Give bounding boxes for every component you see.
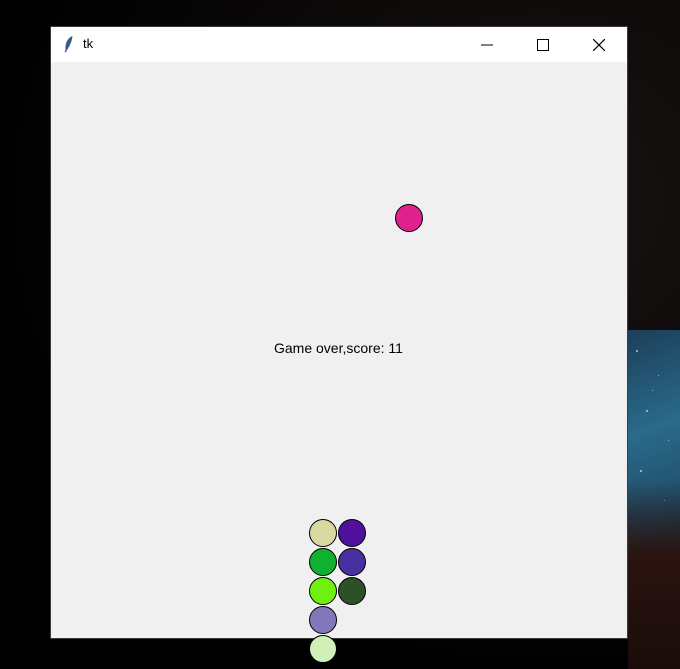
stacked-ball [338, 548, 366, 576]
stacked-ball [309, 548, 337, 576]
title-bar[interactable]: tk [51, 27, 627, 62]
stacked-ball [338, 519, 366, 547]
stacked-ball [309, 635, 337, 663]
game-over-message: Game over,score: 11 [274, 340, 403, 356]
minimize-button[interactable] [459, 27, 515, 62]
maximize-button[interactable] [515, 27, 571, 62]
close-icon [593, 38, 605, 51]
game-canvas[interactable]: Game over,score: 11 [51, 62, 627, 663]
maximize-icon [537, 38, 549, 51]
stacked-ball [309, 577, 337, 605]
minimize-icon [481, 44, 493, 45]
stacked-ball [309, 606, 337, 634]
stacked-ball [338, 577, 366, 605]
window-title: tk [83, 36, 94, 51]
app-window: tk Game over,score: 11 [51, 27, 627, 663]
falling-ball [395, 204, 423, 232]
stacked-ball [309, 519, 337, 547]
feather-icon [64, 36, 73, 53]
wallpaper-shadow [628, 480, 680, 669]
close-button[interactable] [571, 27, 627, 62]
